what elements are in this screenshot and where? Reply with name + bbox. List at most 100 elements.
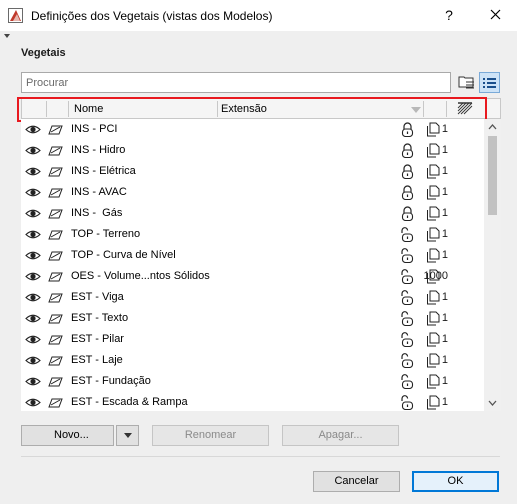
layer-list[interactable]: INS - PCI 1 INS - Hidro 1 INS - Elétrica 1 INS…	[21, 119, 501, 411]
pages-icon[interactable]	[426, 248, 441, 263]
layer-count: 1000	[423, 270, 448, 282]
eye-icon[interactable]	[25, 208, 41, 219]
eye-icon[interactable]	[25, 187, 41, 198]
list-item[interactable]: INS - Gás 1	[21, 203, 484, 224]
pages-icon[interactable]	[426, 143, 441, 158]
cancel-button[interactable]: Cancelar	[313, 471, 400, 492]
pencil-icon[interactable]	[48, 334, 63, 345]
new-dropdown-button[interactable]	[116, 425, 139, 446]
sort-arrow-icon[interactable]	[411, 107, 421, 113]
pencil-icon[interactable]	[48, 145, 63, 156]
column-header-name[interactable]: Nome	[74, 103, 103, 115]
pencil-icon[interactable]	[48, 313, 63, 324]
layer-name: EST - Pilar	[71, 333, 124, 345]
pencil-icon[interactable]	[48, 397, 63, 408]
unlock-icon[interactable]	[401, 290, 414, 305]
column-separator[interactable]	[68, 101, 69, 117]
eye-icon[interactable]	[25, 124, 41, 135]
pencil-icon[interactable]	[48, 355, 63, 366]
column-separator[interactable]	[446, 101, 447, 117]
list-item[interactable]: EST - Fundação 1	[21, 371, 484, 392]
lock-icon[interactable]	[401, 164, 414, 179]
unlock-icon[interactable]	[401, 227, 414, 242]
collapse-arrow-icon[interactable]	[4, 34, 10, 38]
list-view-button[interactable]	[479, 72, 500, 93]
eye-icon[interactable]	[25, 166, 41, 177]
list-item[interactable]: INS - Elétrica 1	[21, 161, 484, 182]
unlock-icon[interactable]	[401, 248, 414, 263]
column-separator[interactable]	[423, 101, 424, 117]
list-item[interactable]: TOP - Curva de Nível 1	[21, 245, 484, 266]
pencil-icon[interactable]	[48, 376, 63, 387]
unlock-icon[interactable]	[401, 332, 414, 347]
list-item[interactable]: INS - PCI 1	[21, 119, 484, 140]
list-item[interactable]: OES - Volume...ntos Sólidos 1000	[21, 266, 484, 287]
lock-icon[interactable]	[401, 122, 414, 137]
pages-icon[interactable]	[426, 374, 441, 389]
lock-icon[interactable]	[401, 185, 414, 200]
pages-icon[interactable]	[426, 332, 441, 347]
pages-icon[interactable]	[426, 122, 441, 137]
column-separator[interactable]	[217, 101, 218, 117]
eye-icon[interactable]	[25, 145, 41, 156]
unlock-icon[interactable]	[401, 353, 414, 368]
ok-button[interactable]: OK	[412, 471, 499, 492]
vertical-scrollbar[interactable]	[484, 119, 501, 411]
unlock-icon[interactable]	[401, 395, 414, 410]
scroll-thumb[interactable]	[488, 136, 497, 215]
pencil-icon[interactable]	[48, 250, 63, 261]
pages-icon[interactable]	[426, 185, 441, 200]
new-button[interactable]: Novo...	[21, 425, 114, 446]
eye-icon[interactable]	[25, 292, 41, 303]
pencil-icon[interactable]	[48, 292, 63, 303]
pages-icon[interactable]	[426, 164, 441, 179]
list-item[interactable]: INS - Hidro 1	[21, 140, 484, 161]
layer-name: EST - Laje	[71, 354, 123, 366]
pencil-icon[interactable]	[48, 166, 63, 177]
folder-view-button[interactable]	[456, 72, 477, 93]
eye-icon[interactable]	[25, 313, 41, 324]
eye-icon[interactable]	[25, 355, 41, 366]
list-item[interactable]: TOP - Terreno 1	[21, 224, 484, 245]
pages-icon[interactable]	[426, 227, 441, 242]
close-button[interactable]	[482, 2, 508, 28]
rename-button[interactable]: Renomear	[152, 425, 269, 446]
lock-icon[interactable]	[401, 143, 414, 158]
layer-count: 1	[441, 396, 448, 408]
search-input[interactable]	[21, 72, 451, 93]
list-item[interactable]: EST - Viga 1	[21, 287, 484, 308]
pencil-icon[interactable]	[48, 271, 63, 282]
eye-icon[interactable]	[25, 229, 41, 240]
hatch-icon[interactable]	[457, 102, 473, 115]
pages-icon[interactable]	[426, 290, 441, 305]
list-item[interactable]: EST - Pilar 1	[21, 329, 484, 350]
list-item[interactable]: INS - AVAC 1	[21, 182, 484, 203]
column-separator[interactable]	[46, 101, 47, 117]
scroll-up-icon[interactable]	[488, 124, 497, 130]
scroll-down-icon[interactable]	[488, 400, 497, 406]
pencil-icon[interactable]	[48, 124, 63, 135]
pencil-icon[interactable]	[48, 229, 63, 240]
list-item[interactable]: EST - Texto 1	[21, 308, 484, 329]
eye-icon[interactable]	[25, 334, 41, 345]
pages-icon[interactable]	[426, 311, 441, 326]
help-button[interactable]: ?	[436, 2, 462, 28]
unlock-icon[interactable]	[401, 311, 414, 326]
delete-button[interactable]: Apagar...	[282, 425, 399, 446]
eye-icon[interactable]	[25, 250, 41, 261]
pages-icon[interactable]	[426, 206, 441, 221]
column-header-extension[interactable]: Extensão	[221, 103, 267, 115]
eye-icon[interactable]	[25, 271, 41, 282]
unlock-icon[interactable]	[401, 374, 414, 389]
pages-icon[interactable]	[426, 395, 441, 410]
eye-icon[interactable]	[25, 397, 41, 408]
layer-name: TOP - Curva de Nível	[71, 249, 176, 261]
list-item[interactable]: EST - Escada & Rampa 1	[21, 392, 484, 411]
pencil-icon[interactable]	[48, 187, 63, 198]
pages-icon[interactable]	[426, 353, 441, 368]
list-item[interactable]: EST - Laje 1	[21, 350, 484, 371]
lock-icon[interactable]	[401, 206, 414, 221]
unlock-icon[interactable]	[401, 269, 414, 284]
eye-icon[interactable]	[25, 376, 41, 387]
pencil-icon[interactable]	[48, 208, 63, 219]
